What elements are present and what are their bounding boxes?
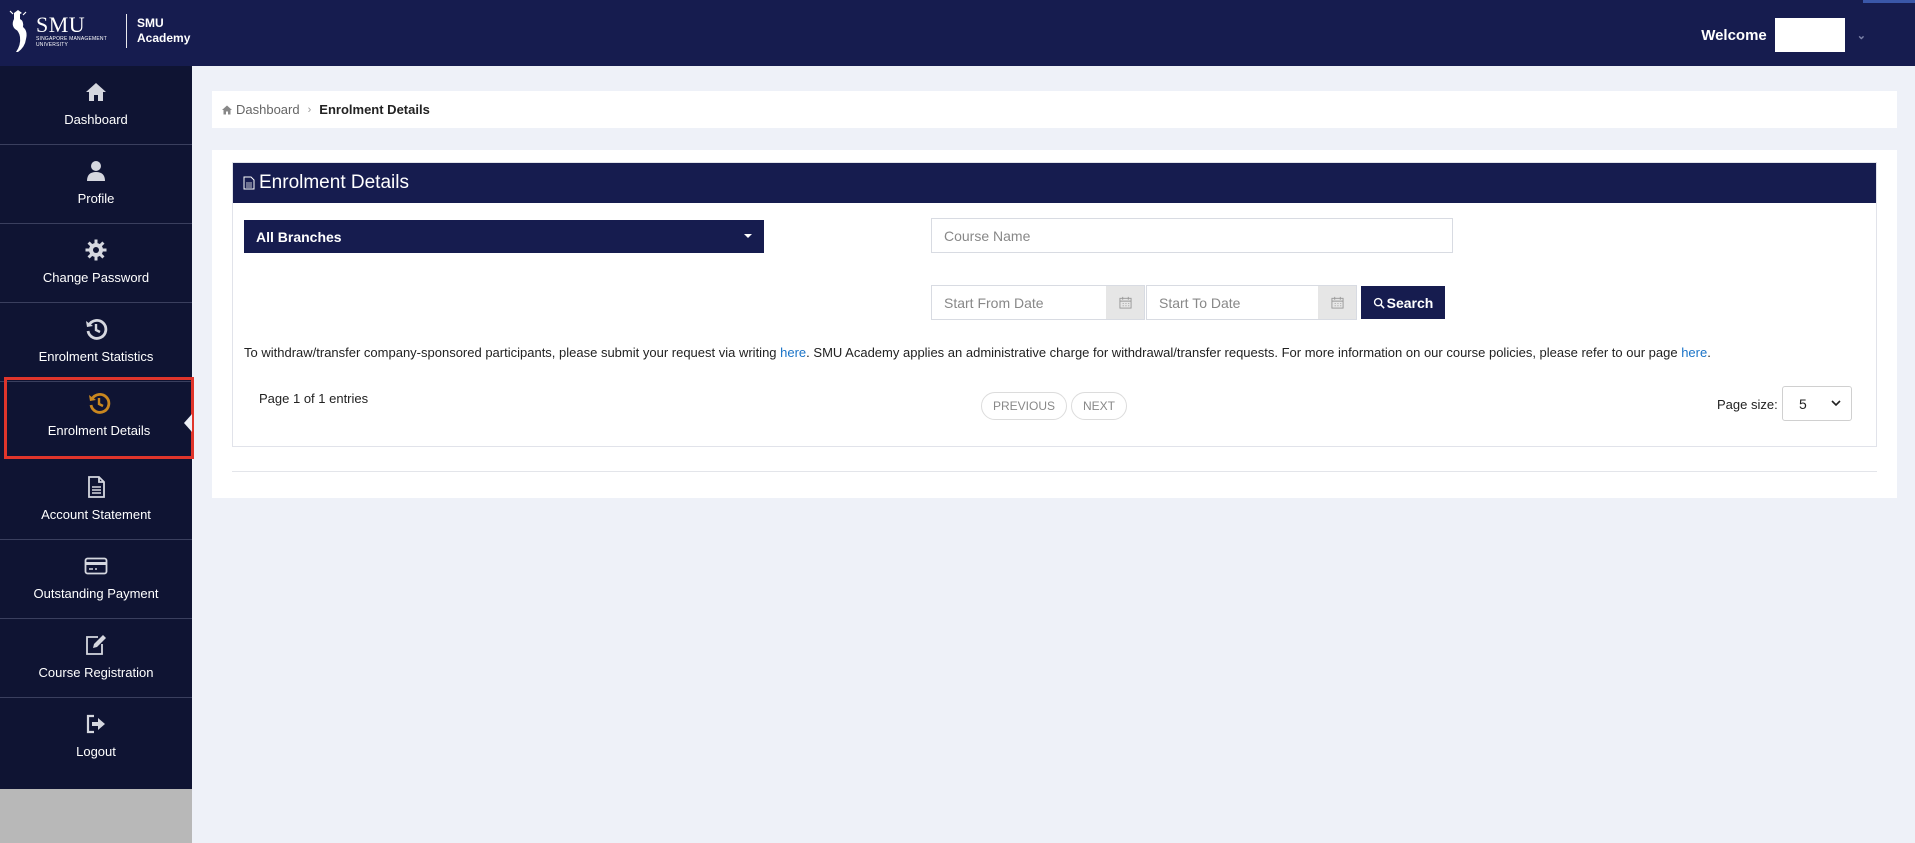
logo-text: SMU <box>36 12 86 37</box>
user-menu[interactable]: Welcome ⌄ <box>1701 18 1866 52</box>
gear-icon <box>85 239 107 261</box>
branch-select-value: All Branches <box>256 228 342 245</box>
history-icon <box>89 393 111 414</box>
withdrawal-notice: To withdraw/transfer company-sponsored p… <box>244 345 1711 360</box>
breadcrumb: Dashboard › Enrolment Details <box>212 91 1897 128</box>
calendar-icon[interactable] <box>1318 286 1356 319</box>
chevron-down-icon <box>1831 400 1841 407</box>
sidebar-item-label: Course Registration <box>38 665 154 680</box>
sidebar-item-label: Profile <box>77 191 115 206</box>
sidebar-item-enrolment-statistics[interactable]: Enrolment Statistics <box>0 303 192 382</box>
username-box <box>1774 18 1845 52</box>
course-name-input[interactable]: Course Name <box>931 218 1453 253</box>
caret-down-icon <box>744 234 752 238</box>
branch-select[interactable]: All Branches <box>244 220 764 253</box>
active-indicator-arrow <box>184 414 192 432</box>
writing-request-link[interactable]: here <box>780 345 806 360</box>
start-to-date-input[interactable]: Start To Date <box>1146 285 1357 320</box>
sidebar-item-logout[interactable]: Logout <box>0 698 192 777</box>
home-icon <box>86 83 106 101</box>
breadcrumb-dashboard-link[interactable]: Dashboard <box>236 102 300 117</box>
page-size-label: Page size: <box>1717 397 1778 412</box>
panel-title: Enrolment Details <box>259 172 409 193</box>
history-icon <box>86 319 108 340</box>
sidebar-item-label: Dashboard <box>64 112 128 127</box>
smu-logo-mark: SMU SINGAPORE MANAGEMENT UNIVERSITY <box>8 9 118 53</box>
search-button-label: Search <box>1386 294 1434 311</box>
panel-body: Enrolment Details All Branches Course Na… <box>232 162 1877 447</box>
page-size-select[interactable]: 5 <box>1782 386 1852 421</box>
calendar-icon[interactable] <box>1106 286 1144 319</box>
sidebar-item-outstanding-payment[interactable]: Outstanding Payment <box>0 540 192 619</box>
start-from-date-input[interactable]: Start From Date <box>931 285 1145 320</box>
sidebar-item-label: Change Password <box>42 270 150 285</box>
sidebar-item-course-registration[interactable]: Course Registration <box>0 619 192 698</box>
smu-academy-logo[interactable]: SMU SINGAPORE MANAGEMENT UNIVERSITY SMU … <box>8 8 190 54</box>
sidebar-item-enrolment-details[interactable]: Enrolment Details <box>4 377 194 459</box>
chevron-down-icon: ⌄ <box>1856 29 1866 42</box>
course-policies-link[interactable]: here <box>1681 345 1707 360</box>
panel-divider <box>232 471 1877 472</box>
sidebar-item-label: Outstanding Payment <box>33 586 159 601</box>
edit-icon <box>86 635 106 655</box>
home-icon <box>222 105 232 114</box>
welcome-label: Welcome <box>1701 26 1767 44</box>
previous-button[interactable]: PREVIOUS <box>981 392 1067 420</box>
logo-divider <box>126 14 127 48</box>
page-info: Page 1 of 1 entries <box>259 391 369 406</box>
next-button[interactable]: NEXT <box>1071 392 1127 420</box>
sidebar-item-label: Logout <box>76 744 116 759</box>
sidebar-item-label: Enrolment Details <box>47 423 151 438</box>
logo-academy: SMU Academy <box>137 16 191 45</box>
sidebar-item-label: Account Statement <box>41 507 151 522</box>
user-icon <box>87 161 105 181</box>
sidebar-footer <box>0 789 192 843</box>
enrolment-details-panel: Enrolment Details All Branches Course Na… <box>212 150 1897 498</box>
sidebar-item-dashboard[interactable]: Dashboard <box>0 66 192 145</box>
logout-icon <box>86 714 105 734</box>
sidebar-item-account-statement[interactable]: Account Statement <box>0 461 192 540</box>
sidebar-item-label: Enrolment Statistics <box>38 349 154 364</box>
search-button[interactable]: Search <box>1361 286 1445 319</box>
logo-subtext: SINGAPORE MANAGEMENT UNIVERSITY <box>36 36 107 48</box>
breadcrumb-current: Enrolment Details <box>319 102 430 117</box>
search-icon <box>1373 297 1385 309</box>
document-icon <box>243 176 255 190</box>
sidebar-item-change-password[interactable]: Change Password <box>0 224 192 303</box>
panel-header: Enrolment Details <box>233 163 1876 203</box>
sidebar-item-profile[interactable]: Profile <box>0 145 192 224</box>
smu-crest-icon <box>9 10 27 52</box>
sidebar: Dashboard Profile Change Password Enrolm… <box>0 66 194 789</box>
top-accent-bar <box>1863 0 1915 3</box>
top-bar: SMU SINGAPORE MANAGEMENT UNIVERSITY SMU … <box>0 0 1915 66</box>
document-icon <box>88 476 105 498</box>
credit-card-icon <box>84 557 108 575</box>
chevron-right-icon: › <box>307 103 312 116</box>
